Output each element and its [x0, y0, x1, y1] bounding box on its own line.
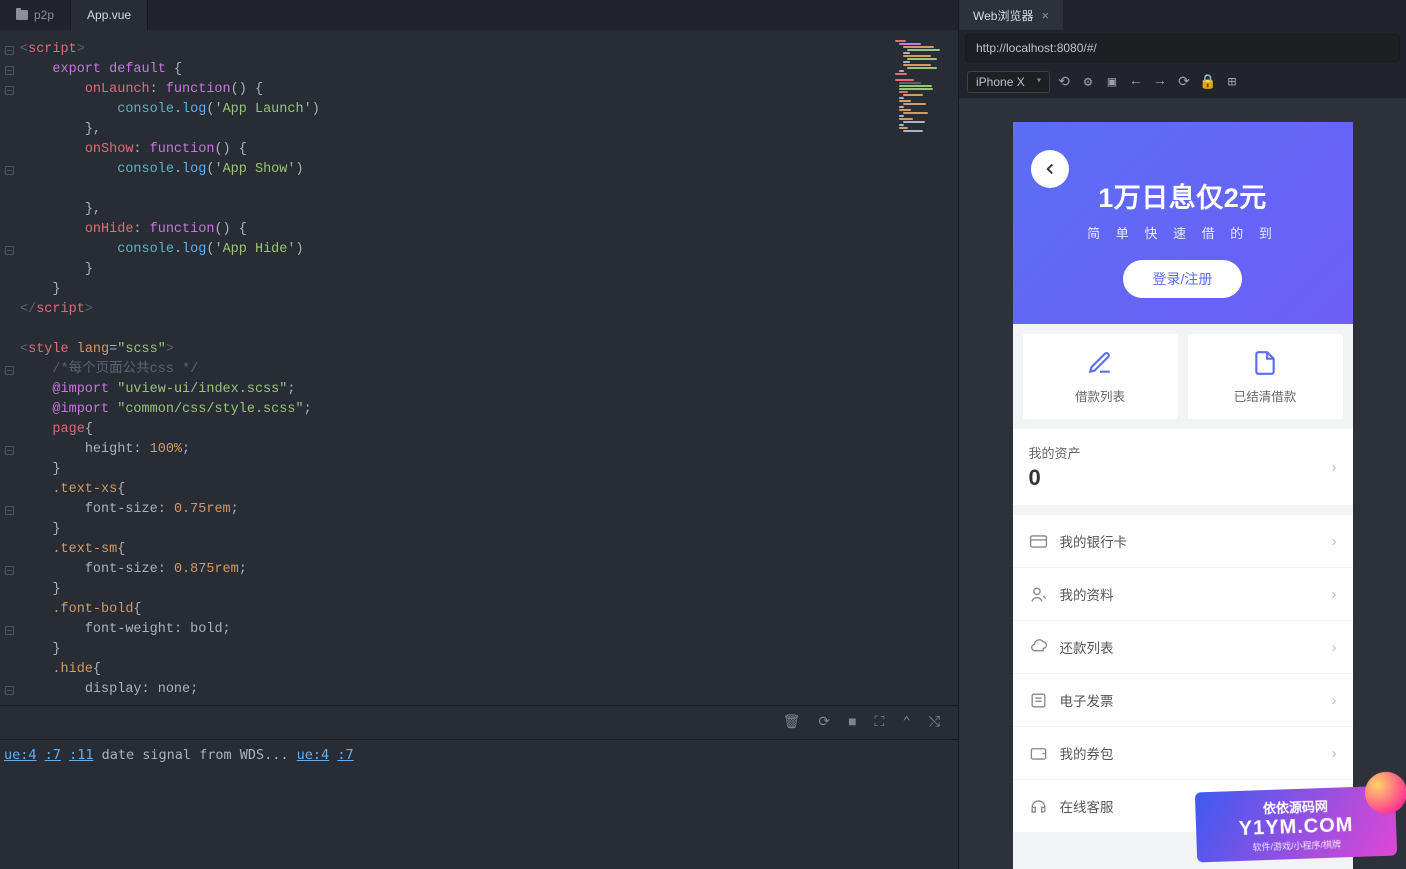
fold-icon[interactable] [5, 506, 14, 515]
card-settled[interactable]: 已结清借款 [1188, 334, 1343, 419]
menu-list: 我的银行卡 › 我的资料 › 还款列表 › 电子发票 › 我的券包 › 在线客服 › [1013, 515, 1353, 832]
rotate-icon[interactable]: ⟲ [1054, 74, 1074, 91]
phone-stage: 1万日息仅2元 简 单 快 速 借 的 到 登录/注册 借款列表 已结清借款 我… [959, 98, 1406, 869]
back-icon[interactable]: ← [1126, 74, 1146, 90]
receipt-icon [1029, 691, 1048, 710]
code-text[interactable]: <script> export default { onLaunch: func… [18, 30, 958, 705]
preview-tab[interactable]: Web浏览器 × [959, 0, 1063, 30]
hero-title: 1万日息仅2元 [1033, 176, 1333, 215]
terminal-link[interactable]: :7 [337, 747, 353, 763]
fold-icon[interactable] [5, 46, 14, 55]
chevron-right-icon: › [1332, 639, 1337, 656]
card-label: 已结清借款 [1188, 386, 1343, 405]
tab-file-label: App.vue [87, 8, 131, 22]
terminal-link[interactable]: ue:4 [4, 747, 37, 763]
wallet-icon [1029, 744, 1048, 763]
menu-label: 我的券包 [1060, 743, 1320, 763]
fold-icon[interactable] [5, 446, 14, 455]
preview-toolbar: iPhone X ⟲ ⚙ ▣ ← → ⟳ 🔒 ⊞ [959, 66, 1406, 98]
shuffle-icon[interactable]: ⤭ [929, 715, 940, 731]
asset-value: 0 [1029, 465, 1332, 491]
headset-icon [1029, 797, 1048, 816]
chevron-right-icon: › [1332, 459, 1337, 476]
lock-icon[interactable]: 🔒 [1198, 74, 1218, 91]
phone-mock: 1万日息仅2元 简 单 快 速 借 的 到 登录/注册 借款列表 已结清借款 我… [1013, 122, 1353, 869]
card-row: 借款列表 已结清借款 [1013, 324, 1353, 429]
preview-tab-label: Web浏览器 [973, 7, 1033, 24]
menu-label: 我的银行卡 [1060, 531, 1320, 551]
fold-icon[interactable] [5, 566, 14, 575]
cloud-icon [1029, 638, 1048, 657]
editor-pane: p2p App.vue <script> export def [0, 0, 958, 869]
grid-icon[interactable]: ⊞ [1222, 74, 1242, 91]
menu-item-support[interactable]: 在线客服 › [1013, 780, 1353, 832]
forward-icon[interactable]: → [1150, 74, 1170, 90]
fold-icon[interactable] [5, 246, 14, 255]
editor-action-bar: 🗑 ⟳ ■ ⛶ ⌃ ⤭ [0, 705, 958, 739]
code-area[interactable]: <script> export default { onLaunch: func… [0, 30, 958, 705]
chevron-right-icon: › [1332, 692, 1337, 709]
chevron-right-icon: › [1332, 745, 1337, 762]
tab-folder-label: p2p [34, 8, 54, 22]
user-icon [1029, 585, 1048, 604]
menu-label: 电子发票 [1060, 690, 1320, 710]
stop-icon[interactable]: ■ [848, 715, 856, 731]
folder-icon [16, 10, 28, 20]
minimap[interactable] [895, 40, 950, 133]
edit-icon [1087, 350, 1113, 376]
fold-icon[interactable] [5, 366, 14, 375]
close-icon[interactable]: × [1041, 8, 1049, 23]
url-text: http://localhost:8080/#/ [976, 41, 1097, 55]
card-icon [1029, 532, 1048, 551]
terminal-link[interactable]: :11 [69, 747, 93, 763]
preview-pane: Web浏览器 × http://localhost:8080/#/ iPhone … [958, 0, 1406, 869]
trash-icon[interactable]: 🗑 [783, 714, 801, 731]
menu-item-profile[interactable]: 我的资料 › [1013, 568, 1353, 621]
chevron-right-icon: › [1332, 586, 1337, 603]
tab-folder[interactable]: p2p [0, 0, 71, 30]
device-select[interactable]: iPhone X [967, 71, 1050, 93]
fold-icon[interactable] [5, 626, 14, 635]
menu-item-invoice[interactable]: 电子发票 › [1013, 674, 1353, 727]
url-bar[interactable]: http://localhost:8080/#/ [965, 34, 1400, 62]
back-button[interactable] [1031, 150, 1069, 188]
menu-item-repay[interactable]: 还款列表 › [1013, 621, 1353, 674]
preview-tab-bar: Web浏览器 × [959, 0, 1406, 30]
menu-item-coupon[interactable]: 我的券包 › [1013, 727, 1353, 780]
terminal-link[interactable]: ue:4 [297, 747, 330, 763]
terminal-line: date signal from WDS... [102, 747, 289, 763]
editor-tab-bar: p2p App.vue [0, 0, 958, 30]
menu-label: 还款列表 [1060, 637, 1320, 657]
menu-item-bankcard[interactable]: 我的银行卡 › [1013, 515, 1353, 568]
refresh-icon[interactable]: ⟳ [1174, 74, 1194, 91]
document-icon [1252, 350, 1278, 376]
fold-icon[interactable] [5, 166, 14, 175]
hero: 1万日息仅2元 简 单 快 速 借 的 到 登录/注册 [1013, 122, 1353, 324]
fold-icon[interactable] [5, 86, 14, 95]
chevron-right-icon: › [1332, 533, 1337, 550]
chevron-right-icon: › [1332, 798, 1337, 815]
asset-row[interactable]: 我的资产 0 › [1013, 429, 1353, 505]
card-loan-list[interactable]: 借款列表 [1023, 334, 1178, 419]
reload-icon[interactable]: ⟳ [818, 714, 830, 731]
menu-label: 我的资料 [1060, 584, 1320, 604]
terminal[interactable]: ue:4 :7 :11 date signal from WDS... ue:4… [0, 739, 958, 869]
hero-subtitle: 简 单 快 速 借 的 到 [1033, 223, 1333, 242]
expand-icon[interactable]: ⛶ [875, 715, 885, 731]
fold-icon[interactable] [5, 686, 14, 695]
chevron-up-icon[interactable]: ⌃ [902, 714, 910, 731]
gutter [0, 30, 18, 705]
card-label: 借款列表 [1023, 386, 1178, 405]
screenshot-icon[interactable]: ▣ [1102, 74, 1122, 91]
gear-icon[interactable]: ⚙ [1078, 74, 1098, 91]
asset-title: 我的资产 [1029, 443, 1332, 462]
tab-file[interactable]: App.vue [71, 0, 148, 30]
terminal-link[interactable]: :7 [45, 747, 61, 763]
login-button[interactable]: 登录/注册 [1123, 260, 1243, 298]
menu-label: 在线客服 [1060, 796, 1320, 816]
fold-icon[interactable] [5, 66, 14, 75]
